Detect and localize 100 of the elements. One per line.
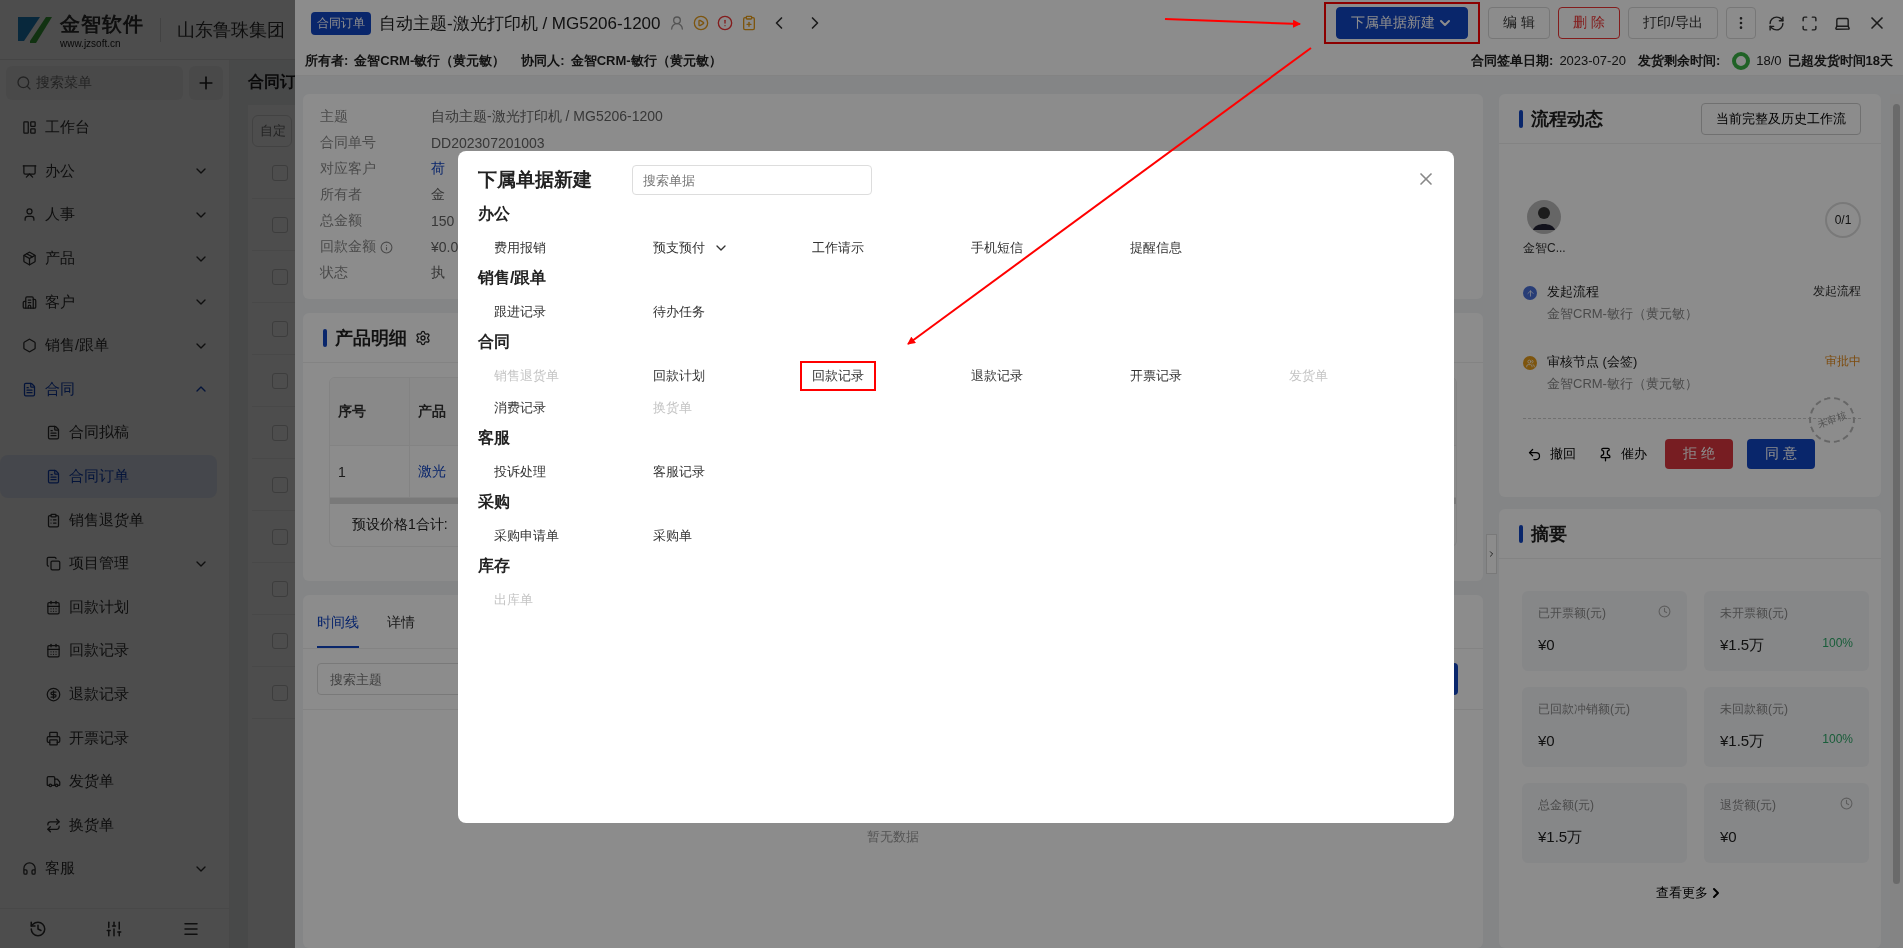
document-type-item[interactable]: 回款计划 bbox=[653, 367, 705, 385]
sidebar-item[interactable]: 人事 bbox=[0, 193, 229, 237]
sidebar-item[interactable]: 产品 bbox=[0, 236, 229, 281]
step-person: 金智CRM-敏行（黄元敏） bbox=[1547, 375, 1699, 393]
action-button[interactable]: 打印/导出 bbox=[1628, 7, 1718, 39]
field-label: 状态 bbox=[320, 264, 348, 282]
document-type-item[interactable]: 采购单 bbox=[653, 527, 692, 545]
document-type-item[interactable]: 预支预付 bbox=[653, 239, 729, 257]
collaborator-label: 协同人: bbox=[521, 51, 565, 70]
stat-value: ¥1.5万 bbox=[1720, 732, 1765, 751]
history-button[interactable]: 当前完整及历史工作流 bbox=[1701, 102, 1861, 135]
approval-count: 0/1 bbox=[1825, 202, 1861, 238]
view-more-link[interactable]: 查看更多 bbox=[1650, 883, 1730, 903]
card-title: 流程动态 bbox=[1531, 107, 1603, 131]
customer-link[interactable]: 荷 bbox=[431, 160, 445, 178]
sidebar-item[interactable]: 销售/跟单 bbox=[0, 323, 229, 368]
sidebar-item[interactable]: 回款记录 bbox=[0, 629, 217, 673]
collapse-handle[interactable] bbox=[1486, 534, 1497, 574]
document-type-item[interactable]: 工作请示 bbox=[812, 239, 864, 257]
clipboard-icon[interactable] bbox=[740, 15, 757, 31]
section-title: 合同 bbox=[478, 332, 511, 352]
stat-label: 总金额(元) bbox=[1538, 797, 1594, 814]
alert-icon[interactable] bbox=[716, 15, 733, 31]
step-title: 发起流程 bbox=[1547, 283, 1600, 301]
field-value: DD202307201003 bbox=[431, 135, 545, 151]
stat-value: ¥1.5万 bbox=[1720, 636, 1765, 655]
search-field[interactable]: 搜索单据 bbox=[632, 165, 872, 195]
pin-icon bbox=[1598, 446, 1613, 462]
logo-url: www.jzsoft.cn bbox=[60, 37, 122, 49]
field-value: 执 bbox=[431, 264, 445, 282]
tab[interactable]: 详情 bbox=[387, 614, 415, 648]
overdue-text: 已超发货时间18天 bbox=[1787, 51, 1893, 70]
document-type-item[interactable]: 投诉处理 bbox=[494, 463, 546, 481]
document-type-item[interactable]: 回款记录 bbox=[812, 367, 864, 385]
field-value: ¥0.0 bbox=[431, 239, 459, 255]
step-status: 审批中 bbox=[1825, 353, 1861, 370]
document-type-item[interactable]: 采购申请单 bbox=[494, 527, 559, 545]
document-type-item[interactable]: 客服记录 bbox=[653, 463, 705, 481]
add-button[interactable] bbox=[189, 66, 223, 100]
card-title: 摘要 bbox=[1531, 522, 1567, 546]
sidebar-item[interactable]: 客户 bbox=[0, 280, 229, 324]
step-title: 审核节点 (会签) bbox=[1547, 353, 1639, 371]
play-icon[interactable] bbox=[692, 15, 709, 31]
sign-date-label: 合同签单日期: bbox=[1471, 51, 1554, 70]
sidebar-item[interactable]: 客服 bbox=[0, 847, 229, 891]
sidebar-item[interactable]: 开票记录 bbox=[0, 716, 217, 760]
document-type-item[interactable]: 跟进记录 bbox=[494, 303, 546, 321]
remaining-value: 18/0 bbox=[1756, 53, 1782, 68]
stat-value: ¥1.5万 bbox=[1538, 828, 1583, 847]
sidebar-item[interactable]: 发货单 bbox=[0, 759, 217, 804]
field-label: 主题 bbox=[320, 108, 348, 126]
logo-text: 金智软件 bbox=[60, 11, 144, 37]
sidebar-item[interactable]: 销售退货单 bbox=[0, 498, 217, 542]
person-icon[interactable] bbox=[668, 15, 685, 31]
sidebar-item[interactable]: 退款记录 bbox=[0, 672, 217, 717]
action-button[interactable]: 编 辑 bbox=[1488, 7, 1551, 39]
action-button[interactable]: 同 意 bbox=[1746, 439, 1815, 469]
action-button[interactable]: 拒 绝 bbox=[1665, 439, 1733, 469]
record-tag: 合同订单 bbox=[311, 11, 371, 35]
field-label: 所有者 bbox=[320, 186, 362, 204]
document-type-item[interactable]: 消费记录 bbox=[494, 399, 546, 417]
sidebar-item[interactable]: 办公 bbox=[0, 149, 229, 194]
collaborator-value: 金智CRM-敏行（黄元敏） bbox=[570, 51, 722, 70]
stat-percent: 100% bbox=[1822, 636, 1853, 652]
sign-date: 2023-07-20 bbox=[1559, 53, 1626, 68]
settings-icon[interactable] bbox=[415, 329, 431, 346]
step-icon bbox=[1523, 356, 1537, 370]
more-button[interactable] bbox=[1726, 7, 1756, 39]
sidebar-item[interactable]: 工作台 bbox=[0, 106, 229, 150]
sidebar-item[interactable]: 合同拟稿 bbox=[0, 411, 217, 455]
document-type-item[interactable]: 退款记录 bbox=[971, 367, 1023, 385]
section-title: 库存 bbox=[478, 556, 511, 576]
field-value: 自动主题-激光打印机 / MG5206-1200 bbox=[431, 108, 663, 126]
sidebar-item[interactable]: 回款计划 bbox=[0, 585, 217, 630]
action-button[interactable]: 删 除 bbox=[1558, 7, 1621, 39]
document-type-item[interactable]: 待办任务 bbox=[653, 303, 705, 321]
owner-label: 所有者: bbox=[305, 51, 349, 70]
dialog-title: 下属单据新建 bbox=[478, 168, 592, 192]
action-button[interactable]: 撤回 bbox=[1523, 445, 1580, 463]
card-title: 产品明细 bbox=[335, 326, 407, 350]
sidebar-item[interactable]: 项目管理 bbox=[0, 541, 217, 586]
document-type-item[interactable]: 费用报销 bbox=[494, 239, 546, 257]
field-value: 金 bbox=[431, 186, 445, 204]
document-type-item[interactable]: 开票记录 bbox=[1130, 367, 1182, 385]
sidebar-item[interactable]: 换货单 bbox=[0, 803, 217, 848]
stat-value: ¥0 bbox=[1538, 732, 1555, 749]
progress-ring-icon bbox=[1732, 51, 1751, 70]
document-type-item[interactable]: 手机短信 bbox=[971, 239, 1023, 257]
step-status: 发起流程 bbox=[1813, 283, 1861, 300]
approver-name: 金智C... bbox=[1523, 240, 1566, 257]
document-type-item[interactable]: 提醒信息 bbox=[1130, 239, 1182, 257]
record-title: 自动主题-激光打印机 / MG5206-1200 bbox=[379, 12, 661, 35]
action-button[interactable]: 催办 bbox=[1594, 445, 1651, 463]
title-bar-icon bbox=[323, 328, 327, 347]
action-button[interactable]: 下属单据新建 bbox=[1336, 7, 1469, 39]
field-label: 对应客户 bbox=[320, 160, 376, 178]
tab[interactable]: 时间线 bbox=[317, 614, 359, 648]
field-label: 总金额 bbox=[320, 212, 362, 230]
title-bar-icon bbox=[1519, 524, 1523, 543]
column-header: 序号 bbox=[330, 378, 410, 445]
